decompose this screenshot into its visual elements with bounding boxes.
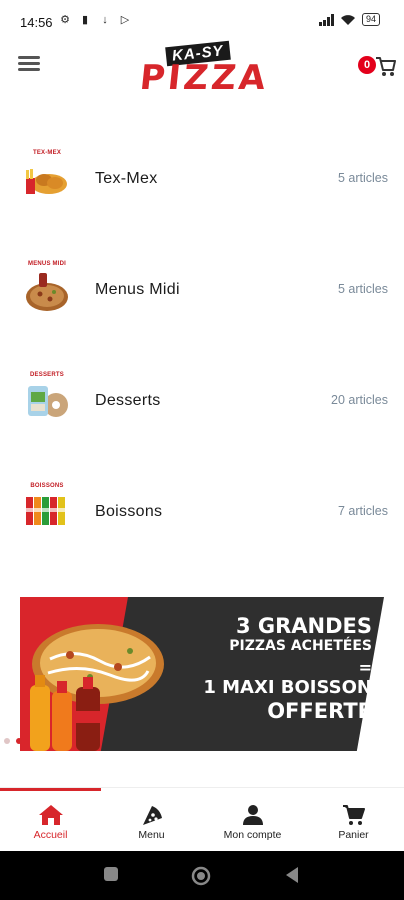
trash-icon: ▮ bbox=[81, 14, 89, 26]
nav-label-menu: Menu bbox=[138, 829, 165, 841]
hamburger-menu-button[interactable] bbox=[18, 56, 40, 74]
logo-main-text: PIZZA bbox=[137, 58, 271, 98]
nav-tab-cart[interactable]: Panier bbox=[303, 804, 404, 841]
desserts-thumbnail: DESSERTS bbox=[22, 372, 72, 426]
nav-label-home: Accueil bbox=[33, 829, 68, 841]
battery-indicator: 94 bbox=[361, 13, 380, 26]
promo-text: 3 GRANDES PIZZAS ACHETÉES = 1 MAXI BOISS… bbox=[203, 615, 372, 723]
cart-icon bbox=[376, 57, 396, 76]
recent-apps-icon[interactable] bbox=[103, 866, 119, 882]
thumbnail-label: TEX-MEX bbox=[32, 150, 62, 156]
download-icon: ↓ bbox=[102, 14, 108, 26]
home-button-icon[interactable] bbox=[191, 866, 211, 886]
promo-line-4: 1 MAXI BOISSON bbox=[203, 677, 372, 698]
hamburger-icon bbox=[18, 56, 40, 59]
pizza-image bbox=[26, 273, 68, 311]
drinks-image bbox=[26, 497, 65, 525]
dessert-image bbox=[28, 386, 68, 417]
header-cart-button[interactable]: 0 bbox=[358, 54, 398, 84]
promo-line-5: OFFERTE bbox=[267, 699, 372, 723]
user-icon bbox=[242, 805, 263, 825]
promo-line-2: PIZZAS ACHETÉES bbox=[229, 638, 372, 654]
nav-tab-home[interactable]: Accueil bbox=[0, 804, 101, 841]
brand-logo: KA-SY PIZZA bbox=[138, 40, 270, 98]
back-icon[interactable] bbox=[284, 866, 300, 884]
thumbnail-label: BOISSONS bbox=[30, 483, 64, 489]
carousel-dots bbox=[4, 738, 22, 744]
category-count: 5 articles bbox=[337, 282, 388, 296]
status-bar: 14:56 ⚙ ▮ ↓ ▷ 94 bbox=[0, 0, 404, 44]
thumbnail-label: DESSERTS bbox=[30, 372, 64, 378]
signal-icon bbox=[318, 13, 334, 26]
nav-tab-menu[interactable]: Menu bbox=[101, 804, 202, 841]
bottom-navigation: Accueil Menu Mon compte Panier bbox=[0, 787, 404, 851]
promo-line-1: 3 GRANDES bbox=[235, 614, 372, 638]
system-navigation-bar bbox=[0, 851, 404, 900]
category-item-boissons[interactable]: BOISSONS Boissons 7 articles bbox=[0, 463, 404, 574]
cart-icon bbox=[342, 805, 365, 825]
category-name: Tex-Mex bbox=[95, 170, 158, 187]
carousel-dot-active[interactable] bbox=[16, 738, 22, 744]
wifi-icon bbox=[340, 14, 355, 25]
category-list: TEX-MEX Tex-Mex 5 articles MENUS MIDI Me… bbox=[0, 130, 404, 574]
cart-count-badge: 0 bbox=[358, 56, 376, 74]
tex-mex-thumbnail: TEX-MEX bbox=[22, 150, 72, 204]
active-tab-indicator bbox=[0, 788, 101, 791]
home-icon bbox=[38, 805, 63, 825]
category-name: Desserts bbox=[95, 392, 161, 409]
boissons-thumbnail: BOISSONS bbox=[22, 483, 72, 537]
nav-label-account: Mon compte bbox=[223, 829, 282, 841]
promo-drinks-image bbox=[30, 675, 100, 751]
category-count: 20 articles bbox=[331, 393, 388, 407]
category-count: 5 articles bbox=[337, 171, 388, 185]
thumbnail-label: MENUS MIDI bbox=[28, 261, 66, 267]
pizza-slice-icon bbox=[142, 806, 162, 825]
status-time: 14:56 bbox=[20, 15, 53, 30]
category-count: 7 articles bbox=[337, 504, 388, 518]
promo-line-3: = bbox=[358, 658, 372, 677]
app-header: KA-SY PIZZA 0 bbox=[0, 40, 404, 100]
nav-label-cart: Panier bbox=[338, 829, 369, 841]
nav-tab-account[interactable]: Mon compte bbox=[202, 804, 303, 841]
category-item-menus-midi[interactable]: MENUS MIDI Menus Midi 5 articles bbox=[0, 241, 404, 352]
promo-banner[interactable]: 3 GRANDES PIZZAS ACHETÉES = 1 MAXI BOISS… bbox=[20, 597, 384, 751]
category-item-tex-mex[interactable]: TEX-MEX Tex-Mex 5 articles bbox=[0, 130, 404, 241]
menus-midi-thumbnail: MENUS MIDI bbox=[22, 261, 72, 315]
category-name: Boissons bbox=[95, 503, 163, 520]
category-item-desserts[interactable]: DESSERTS Desserts 20 articles bbox=[0, 352, 404, 463]
play-store-icon: ▷ bbox=[120, 14, 130, 26]
gear-icon: ⚙ bbox=[60, 14, 70, 26]
category-name: Menus Midi bbox=[95, 281, 180, 298]
carousel-dot[interactable] bbox=[4, 738, 10, 744]
nuggets-image bbox=[26, 169, 67, 194]
